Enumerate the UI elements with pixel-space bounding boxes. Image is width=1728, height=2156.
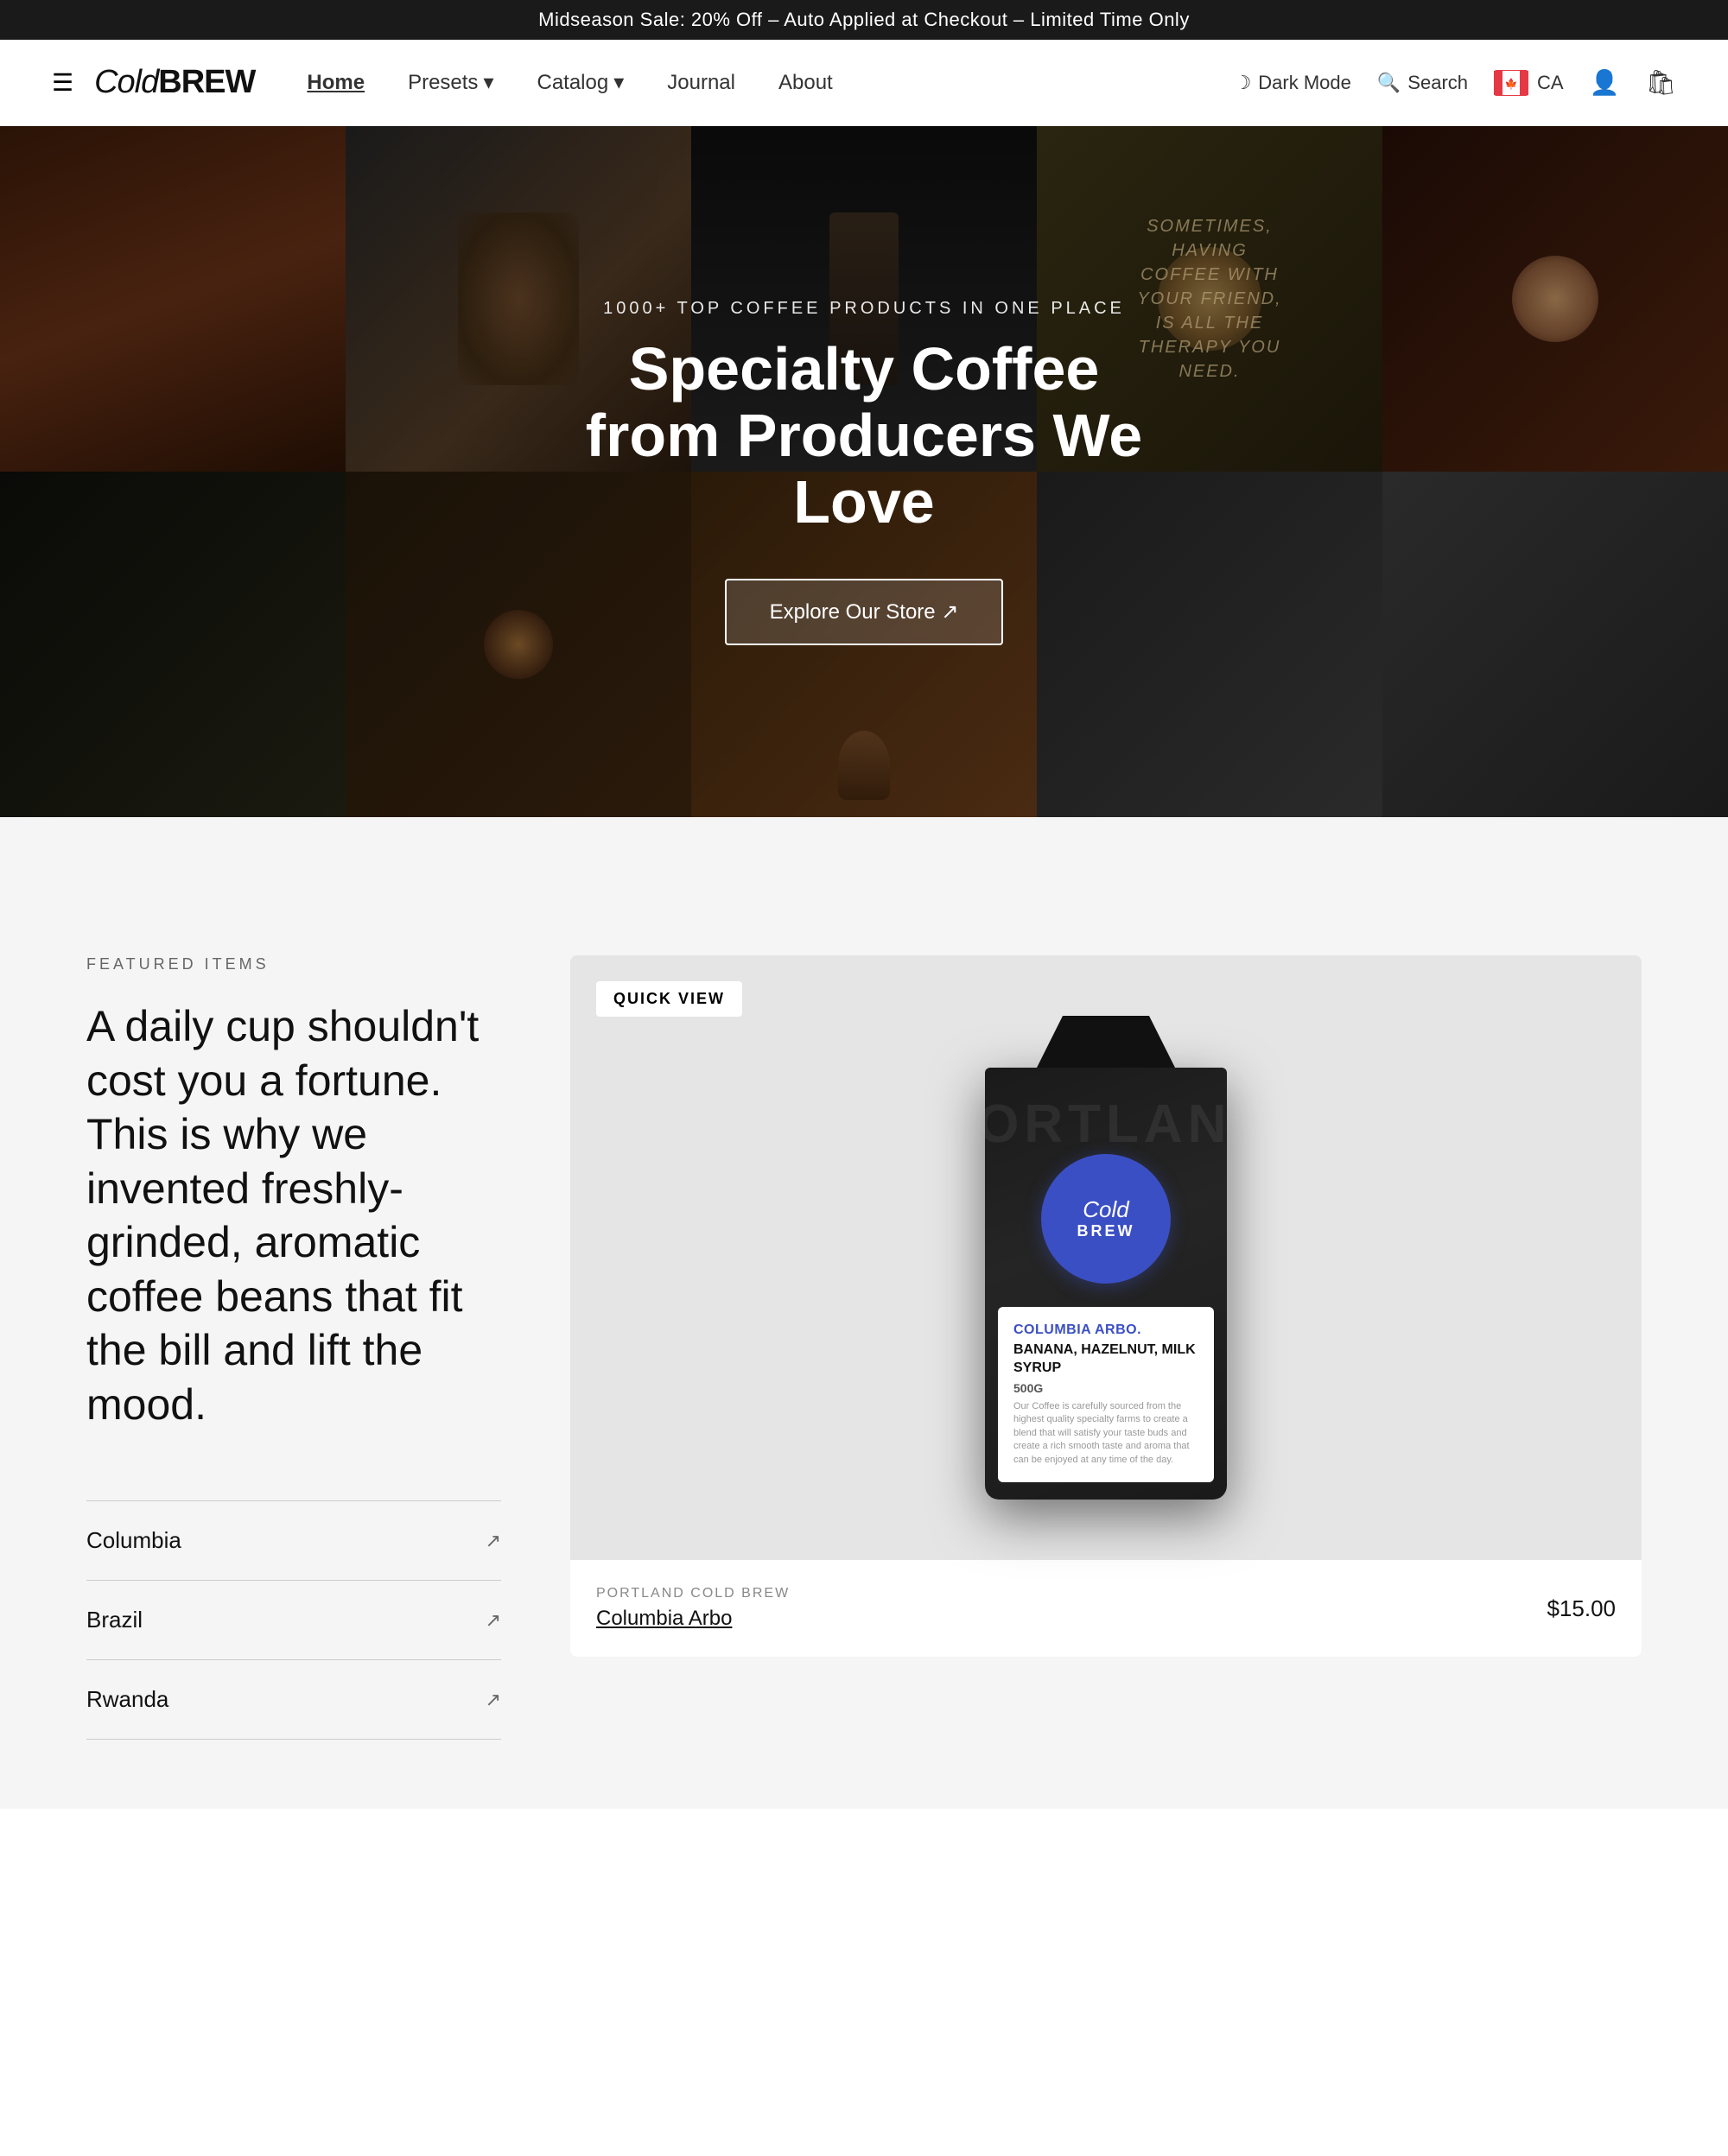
featured-section: Featured Items A daily cup shouldn't cos… — [0, 886, 1728, 1809]
featured-left: Featured Items A daily cup shouldn't cos… — [86, 955, 501, 1740]
list-item[interactable]: Rwanda ↗ — [86, 1660, 501, 1740]
nav-item-about[interactable]: About — [778, 71, 833, 95]
arrow-icon: ↗ — [486, 1689, 501, 1711]
search-label: Search — [1407, 72, 1468, 94]
hamburger-icon[interactable]: ☰ — [52, 68, 73, 97]
product-price: $15.00 — [1547, 1595, 1616, 1622]
featured-label: Featured Items — [86, 955, 501, 973]
hero-title: Specialty Coffee from Producers We Love — [562, 336, 1166, 536]
nav-item-home[interactable]: Home — [307, 71, 365, 95]
cart-icon[interactable]: 🛍 — [1645, 68, 1676, 97]
list-item[interactable]: Brazil ↗ — [86, 1581, 501, 1660]
moon-icon: ☽ — [1235, 72, 1252, 94]
product-image-area: PORTLAND Cold BREW Columbia Arbo. Banana… — [570, 955, 1642, 1560]
announcement-text: Midseason Sale: 20% Off – Auto Applied a… — [538, 9, 1190, 30]
country-code: CA — [1537, 72, 1564, 94]
hero-cell-6 — [0, 472, 346, 817]
bag-label-desc: Banana, Hazelnut, Milk Syrup — [1013, 1341, 1198, 1378]
bag-label-weight: 500G — [1013, 1381, 1198, 1395]
list-item[interactable]: Columbia ↗ — [86, 1501, 501, 1581]
nav-item-presets[interactable]: Presets ▾ — [408, 70, 493, 95]
bag-watermark-text: PORTLAND — [985, 1094, 1227, 1155]
product-card-footer: PORTLAND COLD BREW Columbia Arbo $15.00 — [570, 1560, 1642, 1657]
bag-label-body: Our Coffee is carefully sourced from the… — [1013, 1400, 1198, 1467]
logo-text: Cold — [94, 64, 158, 100]
section-spacer — [0, 817, 1728, 886]
bag-logo-brew: BREW — [1077, 1222, 1135, 1240]
main-nav: Home Presets ▾ Catalog ▾ Journal About — [307, 70, 1234, 95]
hero-content: 1000+ Top Coffee Products in One Place S… — [562, 299, 1166, 645]
list-item-name: Brazil — [86, 1607, 143, 1633]
search-icon: 🔍 — [1377, 72, 1401, 94]
product-name[interactable]: Columbia Arbo — [596, 1607, 790, 1631]
chevron-down-icon: ▾ — [483, 70, 493, 95]
nav-item-journal[interactable]: Journal — [667, 71, 735, 95]
featured-list: Columbia ↗ Brazil ↗ Rwanda ↗ — [86, 1500, 501, 1740]
arrow-icon: ↗ — [486, 1609, 501, 1632]
svg-text:🍁: 🍁 — [1505, 78, 1518, 90]
product-info: PORTLAND COLD BREW Columbia Arbo — [596, 1586, 790, 1631]
bag-top-fold — [1020, 1016, 1192, 1068]
quick-view-badge[interactable]: Quick View — [596, 981, 742, 1017]
dark-mode-label: Dark Mode — [1258, 72, 1351, 94]
featured-heading: A daily cup shouldn't cost you a fortune… — [86, 999, 501, 1431]
header: ☰ ColdBREW Home Presets ▾ Catalog ▾ Jour… — [0, 40, 1728, 126]
nav-item-catalog[interactable]: Catalog ▾ — [537, 70, 624, 95]
nav-presets-label: Presets — [408, 71, 478, 95]
dark-mode-button[interactable]: ☽ Dark Mode — [1235, 72, 1351, 94]
hero-cell-5 — [1382, 126, 1728, 472]
hero-subtitle: 1000+ Top Coffee Products in One Place — [562, 299, 1166, 319]
product-card: Quick View PORTLAND Cold BREW — [570, 955, 1642, 1657]
list-item-name: Columbia — [86, 1527, 181, 1554]
country-selector[interactable]: 🍁 CA — [1494, 70, 1564, 96]
hero-cell-1 — [0, 126, 346, 472]
arrow-icon: ↗ — [486, 1530, 501, 1552]
search-button[interactable]: 🔍 Search — [1377, 72, 1468, 94]
hero-section: Sometimes, having coffee with your frien… — [0, 126, 1728, 817]
explore-label: Explore Our Store ↗ — [770, 599, 959, 625]
product-image: PORTLAND Cold BREW Columbia Arbo. Banana… — [959, 1016, 1253, 1500]
logo-bold: BREW — [158, 64, 255, 100]
logo[interactable]: ColdBREW — [94, 64, 255, 101]
product-brand-label: PORTLAND COLD BREW — [596, 1586, 790, 1601]
product-card-container: Quick View PORTLAND Cold BREW — [570, 955, 1642, 1657]
bag-logo-text: Cold — [1083, 1198, 1128, 1221]
hero-cell-10 — [1382, 472, 1728, 817]
announcement-bar: Midseason Sale: 20% Off – Auto Applied a… — [0, 0, 1728, 40]
bag-label-title: Columbia Arbo. — [1013, 1322, 1198, 1338]
nav-catalog-label: Catalog — [537, 71, 608, 95]
explore-button[interactable]: Explore Our Store ↗ — [725, 579, 1004, 645]
flag-icon: 🍁 — [1494, 70, 1528, 96]
list-item-name: Rwanda — [86, 1686, 168, 1713]
user-icon[interactable]: 👤 — [1590, 68, 1620, 97]
header-actions: ☽ Dark Mode 🔍 Search 🍁 CA 👤 🛍 — [1235, 68, 1676, 97]
chevron-down-icon: ▾ — [613, 70, 624, 95]
